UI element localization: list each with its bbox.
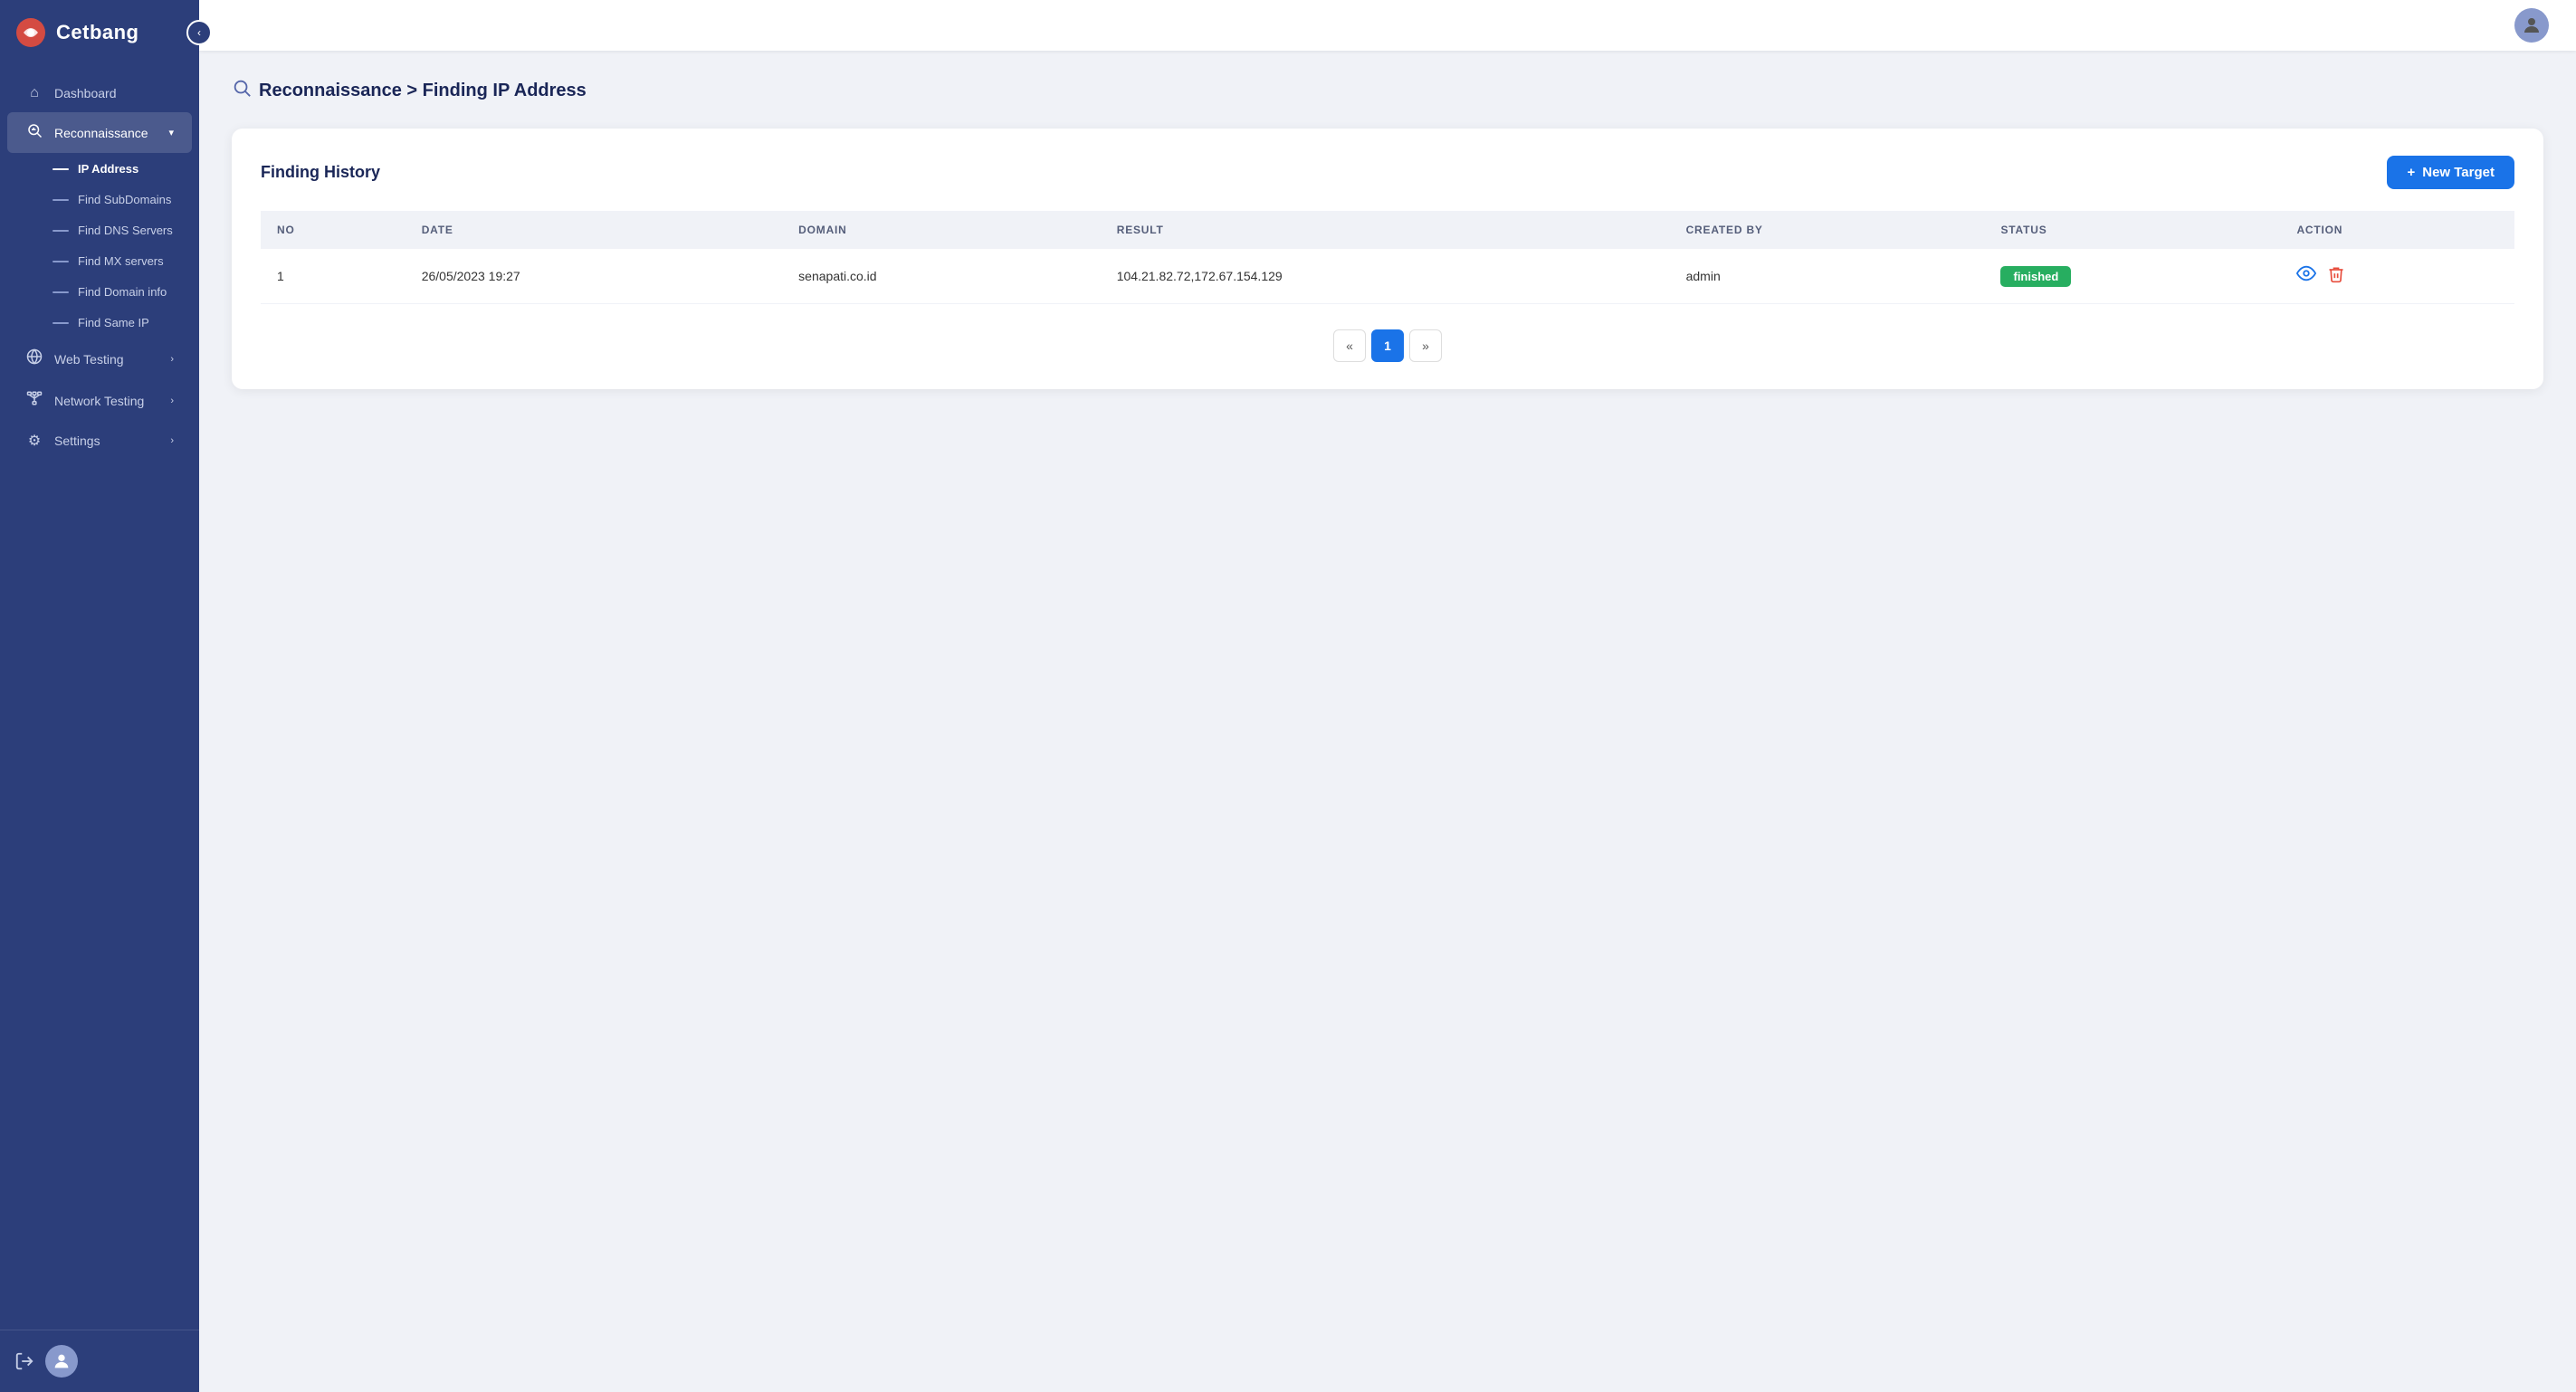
breadcrumb-icon: [232, 78, 252, 103]
sidebar-footer: [0, 1330, 199, 1392]
action-buttons: [2296, 263, 2498, 289]
dash-icon: [52, 322, 69, 324]
web-testing-icon: [25, 348, 43, 369]
dash-icon: [52, 230, 69, 232]
chevron-right-icon: ›: [170, 435, 174, 446]
dash-icon: [52, 291, 69, 293]
logout-button[interactable]: [14, 1351, 34, 1371]
main-content: Reconnaissance > Finding IP Address Find…: [199, 0, 2576, 1392]
sub-item-label: Find DNS Servers: [78, 224, 173, 237]
col-action: ACTION: [2280, 211, 2514, 249]
sidebar-item-label: Web Testing: [54, 352, 124, 367]
col-no: NO: [261, 211, 405, 249]
sidebar-item-label: Settings: [54, 434, 100, 448]
col-date: DATE: [405, 211, 782, 249]
sidebar-header: Cetbang ‹: [0, 0, 199, 65]
pagination-prev[interactable]: «: [1333, 329, 1366, 362]
col-result: RESULT: [1101, 211, 1670, 249]
app-name: Cetbang: [56, 21, 139, 44]
table-header: NO DATE DOMAIN RESULT CREATED BY STATUS …: [261, 211, 2514, 249]
sidebar-item-network-testing[interactable]: Network Testing ›: [7, 380, 192, 421]
col-status: STATUS: [1984, 211, 2280, 249]
sidebar-item-label: Dashboard: [54, 86, 117, 100]
sub-item-label: Find Same IP: [78, 316, 149, 329]
reconnaissance-icon: [25, 122, 43, 143]
chevron-right-icon: ›: [170, 396, 174, 406]
sub-item-label: Find MX servers: [78, 254, 164, 268]
cell-status: finished: [1984, 249, 2280, 304]
cell-created-by: admin: [1670, 249, 1985, 304]
content-area: Reconnaissance > Finding IP Address Find…: [199, 51, 2576, 1392]
cell-action: [2280, 249, 2514, 304]
delete-button[interactable]: [2327, 265, 2345, 288]
collapse-button[interactable]: ‹: [186, 20, 212, 45]
dashboard-icon: ⌂: [25, 85, 43, 101]
sidebar-item-label: Network Testing: [54, 394, 144, 408]
sub-item-label: Find SubDomains: [78, 193, 171, 206]
topbar: [199, 0, 2576, 51]
sidebar-item-dashboard[interactable]: ⌂ Dashboard: [7, 75, 192, 111]
card-title: Finding History: [261, 163, 380, 182]
sidebar-item-ip-address[interactable]: IP Address: [7, 154, 192, 184]
chevron-down-icon: ▾: [168, 127, 174, 138]
new-target-button[interactable]: + New Target: [2387, 156, 2514, 189]
breadcrumb-text: Reconnaissance > Finding IP Address: [259, 81, 587, 101]
sub-item-label: IP Address: [78, 162, 138, 176]
sidebar-item-find-subdomains[interactable]: Find SubDomains: [7, 185, 192, 215]
finding-history-card: Finding History + New Target NO DATE DOM…: [232, 129, 2543, 389]
sub-item-label: Find Domain info: [78, 285, 167, 299]
sidebar-item-find-domain-info[interactable]: Find Domain info: [7, 277, 192, 307]
new-target-label: New Target: [2422, 165, 2495, 180]
finding-history-table: NO DATE DOMAIN RESULT CREATED BY STATUS …: [261, 211, 2514, 304]
user-avatar-footer[interactable]: [45, 1345, 78, 1378]
sidebar-item-reconnaissance[interactable]: Reconnaissance ▾: [7, 112, 192, 153]
pagination-next[interactable]: »: [1409, 329, 1442, 362]
sidebar-item-find-same-ip[interactable]: Find Same IP: [7, 308, 192, 338]
chevron-right-icon: ›: [170, 354, 174, 365]
cell-no: 1: [261, 249, 405, 304]
sidebar-nav: ⌂ Dashboard Reconnaissance ▾ IP Address: [0, 65, 199, 1330]
table-header-row: NO DATE DOMAIN RESULT CREATED BY STATUS …: [261, 211, 2514, 249]
status-badge: finished: [2000, 266, 2071, 287]
topbar-avatar[interactable]: [2514, 8, 2549, 43]
breadcrumb: Reconnaissance > Finding IP Address: [232, 78, 2543, 103]
dash-icon: [52, 168, 69, 170]
sidebar-item-web-testing[interactable]: Web Testing ›: [7, 338, 192, 379]
cell-date: 26/05/2023 19:27: [405, 249, 782, 304]
sidebar-item-find-dns-servers[interactable]: Find DNS Servers: [7, 215, 192, 245]
sidebar-item-label: Reconnaissance: [54, 126, 148, 140]
plus-icon: +: [2407, 165, 2415, 180]
view-button[interactable]: [2296, 263, 2316, 289]
pagination: « 1 »: [261, 329, 2514, 362]
pagination-page-1[interactable]: 1: [1371, 329, 1404, 362]
settings-icon: ⚙: [25, 432, 43, 450]
dash-icon: [52, 199, 69, 201]
table-row: 1 26/05/2023 19:27 senapati.co.id 104.21…: [261, 249, 2514, 304]
cell-result: 104.21.82.72,172.67.154.129: [1101, 249, 1670, 304]
dash-icon: [52, 261, 69, 262]
col-domain: DOMAIN: [782, 211, 1101, 249]
cell-domain: senapati.co.id: [782, 249, 1101, 304]
col-created-by: CREATED BY: [1670, 211, 1985, 249]
sidebar: Cetbang ‹ ⌂ Dashboard Reconnaissance ▾: [0, 0, 199, 1392]
sidebar-item-find-mx-servers[interactable]: Find MX servers: [7, 246, 192, 276]
sidebar-item-settings[interactable]: ⚙ Settings ›: [7, 422, 192, 460]
logo-icon: [14, 16, 47, 49]
table-body: 1 26/05/2023 19:27 senapati.co.id 104.21…: [261, 249, 2514, 304]
card-header: Finding History + New Target: [261, 156, 2514, 189]
network-testing-icon: [25, 390, 43, 411]
